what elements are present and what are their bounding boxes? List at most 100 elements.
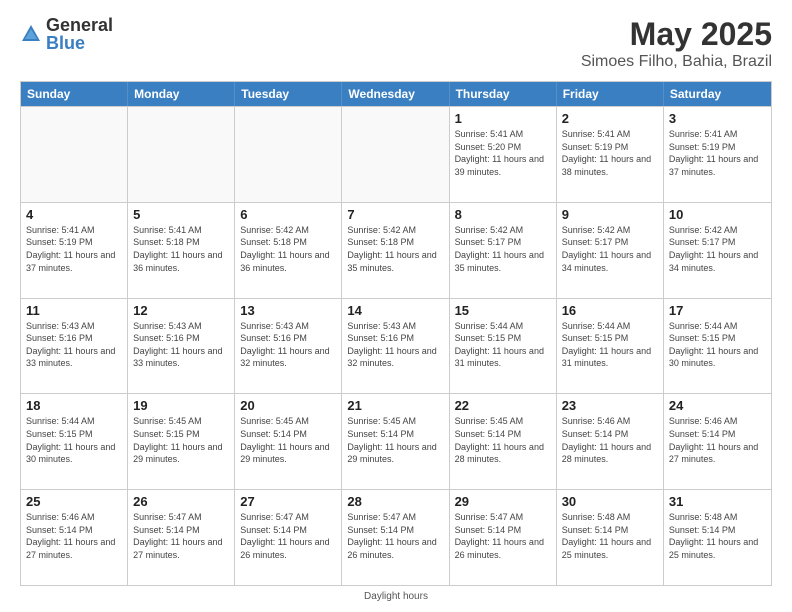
calendar-cell: 2 Sunrise: 5:41 AM Sunset: 5:19 PM Daylig… xyxy=(557,107,664,202)
day-number: 6 xyxy=(240,207,336,222)
footer-note: Daylight hours xyxy=(20,591,772,602)
calendar-week: 11 Sunrise: 5:43 AM Sunset: 5:16 PM Dayli… xyxy=(21,298,771,394)
day-info: Sunrise: 5:42 AM Sunset: 5:18 PM Dayligh… xyxy=(347,224,443,274)
day-number: 12 xyxy=(133,303,229,318)
calendar-cell: 21Sunrise: 5:45 AM Sunset: 5:14 PM Dayli… xyxy=(342,394,449,489)
day-info: Sunrise: 5:45 AM Sunset: 5:14 PM Dayligh… xyxy=(240,415,336,465)
calendar-cell: 1 Sunrise: 5:41 AM Sunset: 5:20 PM Daylig… xyxy=(450,107,557,202)
day-info: Sunrise: 5:45 AM Sunset: 5:15 PM Dayligh… xyxy=(133,415,229,465)
calendar-cell: 26Sunrise: 5:47 AM Sunset: 5:14 PM Dayli… xyxy=(128,490,235,585)
day-info: Sunrise: 5:43 AM Sunset: 5:16 PM Dayligh… xyxy=(133,320,229,370)
day-number: 22 xyxy=(455,398,551,413)
day-number: 19 xyxy=(133,398,229,413)
logo-icon xyxy=(20,23,42,45)
logo: General Blue xyxy=(20,16,113,52)
calendar-cell-empty xyxy=(342,107,449,202)
calendar-cell: 23 Sunrise: 5:46 AM Sunset: 5:14 PM Dayli… xyxy=(557,394,664,489)
day-info: Sunrise: 5:43 AM Sunset: 5:16 PM Dayligh… xyxy=(240,320,336,370)
day-info: Sunrise: 5:47 AM Sunset: 5:14 PM Dayligh… xyxy=(455,511,551,561)
logo-text: General Blue xyxy=(46,16,113,52)
calendar-cell: 9Sunrise: 5:42 AM Sunset: 5:17 PM Daylig… xyxy=(557,203,664,298)
day-number: 14 xyxy=(347,303,443,318)
day-info: Sunrise: 5:43 AM Sunset: 5:16 PM Dayligh… xyxy=(26,320,122,370)
day-number: 21 xyxy=(347,398,443,413)
day-number: 24 xyxy=(669,398,766,413)
calendar-header-cell: Wednesday xyxy=(342,82,449,106)
logo-blue-text: Blue xyxy=(46,34,113,52)
day-number: 1 xyxy=(455,111,551,126)
day-number: 13 xyxy=(240,303,336,318)
calendar-cell: 30Sunrise: 5:48 AM Sunset: 5:14 PM Dayli… xyxy=(557,490,664,585)
day-number: 27 xyxy=(240,494,336,509)
calendar-header-cell: Thursday xyxy=(450,82,557,106)
day-number: 25 xyxy=(26,494,122,509)
calendar-cell: 22 Sunrise: 5:45 AM Sunset: 5:14 PM Dayli… xyxy=(450,394,557,489)
calendar-cell: 11 Sunrise: 5:43 AM Sunset: 5:16 PM Dayli… xyxy=(21,299,128,394)
calendar-cell: 3Sunrise: 5:41 AM Sunset: 5:19 PM Daylig… xyxy=(664,107,771,202)
calendar-cell: 13 Sunrise: 5:43 AM Sunset: 5:16 PM Dayli… xyxy=(235,299,342,394)
day-number: 2 xyxy=(562,111,658,126)
day-number: 18 xyxy=(26,398,122,413)
day-info: Sunrise: 5:47 AM Sunset: 5:14 PM Dayligh… xyxy=(240,511,336,561)
day-info: Sunrise: 5:46 AM Sunset: 5:14 PM Dayligh… xyxy=(669,415,766,465)
calendar-cell: 28 Sunrise: 5:47 AM Sunset: 5:14 PM Dayli… xyxy=(342,490,449,585)
day-number: 7 xyxy=(347,207,443,222)
day-info: Sunrise: 5:44 AM Sunset: 5:15 PM Dayligh… xyxy=(26,415,122,465)
calendar: SundayMondayTuesdayWednesdayThursdayFrid… xyxy=(20,81,772,586)
logo-general-text: General xyxy=(46,16,113,34)
header: General Blue May 2025 Simoes Filho, Bahi… xyxy=(20,16,772,71)
day-number: 31 xyxy=(669,494,766,509)
day-number: 16 xyxy=(562,303,658,318)
day-info: Sunrise: 5:45 AM Sunset: 5:14 PM Dayligh… xyxy=(455,415,551,465)
calendar-cell: 10Sunrise: 5:42 AM Sunset: 5:17 PM Dayli… xyxy=(664,203,771,298)
calendar-cell: 7 Sunrise: 5:42 AM Sunset: 5:18 PM Daylig… xyxy=(342,203,449,298)
calendar-cell: 15Sunrise: 5:44 AM Sunset: 5:15 PM Dayli… xyxy=(450,299,557,394)
day-number: 26 xyxy=(133,494,229,509)
calendar-week: 25 Sunrise: 5:46 AM Sunset: 5:14 PM Dayli… xyxy=(21,489,771,585)
calendar-header-cell: Sunday xyxy=(21,82,128,106)
day-info: Sunrise: 5:42 AM Sunset: 5:18 PM Dayligh… xyxy=(240,224,336,274)
day-number: 28 xyxy=(347,494,443,509)
calendar-cell: 5Sunrise: 5:41 AM Sunset: 5:18 PM Daylig… xyxy=(128,203,235,298)
subtitle: Simoes Filho, Bahia, Brazil xyxy=(581,53,772,71)
day-number: 11 xyxy=(26,303,122,318)
day-number: 29 xyxy=(455,494,551,509)
calendar-cell: 18 Sunrise: 5:44 AM Sunset: 5:15 PM Dayli… xyxy=(21,394,128,489)
calendar-header-cell: Tuesday xyxy=(235,82,342,106)
day-number: 10 xyxy=(669,207,766,222)
day-number: 20 xyxy=(240,398,336,413)
calendar-cell-empty xyxy=(21,107,128,202)
title-section: May 2025 Simoes Filho, Bahia, Brazil xyxy=(581,16,772,71)
day-info: Sunrise: 5:46 AM Sunset: 5:14 PM Dayligh… xyxy=(26,511,122,561)
day-number: 17 xyxy=(669,303,766,318)
day-info: Sunrise: 5:46 AM Sunset: 5:14 PM Dayligh… xyxy=(562,415,658,465)
calendar-cell-empty xyxy=(235,107,342,202)
day-info: Sunrise: 5:41 AM Sunset: 5:19 PM Dayligh… xyxy=(562,128,658,178)
page: General Blue May 2025 Simoes Filho, Bahi… xyxy=(0,0,792,612)
calendar-cell: 27 Sunrise: 5:47 AM Sunset: 5:14 PM Dayli… xyxy=(235,490,342,585)
day-info: Sunrise: 5:41 AM Sunset: 5:20 PM Dayligh… xyxy=(455,128,551,178)
calendar-header-cell: Saturday xyxy=(664,82,771,106)
calendar-cell: 6 Sunrise: 5:42 AM Sunset: 5:18 PM Daylig… xyxy=(235,203,342,298)
calendar-body: 1 Sunrise: 5:41 AM Sunset: 5:20 PM Daylig… xyxy=(21,106,771,585)
main-title: May 2025 xyxy=(581,16,772,53)
day-info: Sunrise: 5:44 AM Sunset: 5:15 PM Dayligh… xyxy=(669,320,766,370)
day-number: 15 xyxy=(455,303,551,318)
day-number: 23 xyxy=(562,398,658,413)
day-info: Sunrise: 5:41 AM Sunset: 5:19 PM Dayligh… xyxy=(669,128,766,178)
day-number: 9 xyxy=(562,207,658,222)
calendar-week: 18 Sunrise: 5:44 AM Sunset: 5:15 PM Dayli… xyxy=(21,393,771,489)
calendar-cell: 17 Sunrise: 5:44 AM Sunset: 5:15 PM Dayli… xyxy=(664,299,771,394)
calendar-week: 4Sunrise: 5:41 AM Sunset: 5:19 PM Daylig… xyxy=(21,202,771,298)
calendar-cell-empty xyxy=(128,107,235,202)
calendar-cell: 24 Sunrise: 5:46 AM Sunset: 5:14 PM Dayli… xyxy=(664,394,771,489)
calendar-cell: 4Sunrise: 5:41 AM Sunset: 5:19 PM Daylig… xyxy=(21,203,128,298)
calendar-cell: 14Sunrise: 5:43 AM Sunset: 5:16 PM Dayli… xyxy=(342,299,449,394)
calendar-cell: 8 Sunrise: 5:42 AM Sunset: 5:17 PM Daylig… xyxy=(450,203,557,298)
day-info: Sunrise: 5:47 AM Sunset: 5:14 PM Dayligh… xyxy=(347,511,443,561)
calendar-cell: 31Sunrise: 5:48 AM Sunset: 5:14 PM Dayli… xyxy=(664,490,771,585)
day-number: 8 xyxy=(455,207,551,222)
day-info: Sunrise: 5:44 AM Sunset: 5:15 PM Dayligh… xyxy=(562,320,658,370)
calendar-header-cell: Friday xyxy=(557,82,664,106)
day-info: Sunrise: 5:42 AM Sunset: 5:17 PM Dayligh… xyxy=(455,224,551,274)
